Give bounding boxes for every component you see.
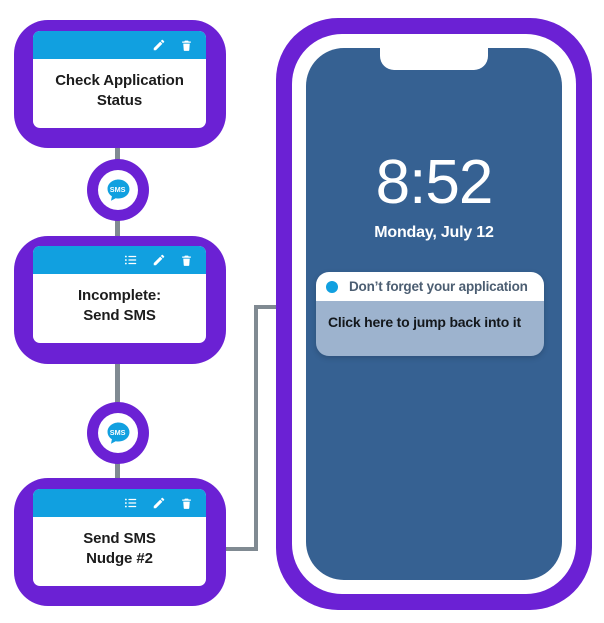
card-body-check-application-status: Check Application Status [33,59,206,128]
card-send-sms-nudge-2[interactable]: Send SMS Nudge #2 [33,489,206,586]
workflow-diagram: Check Application Status SMS Incomplete:… [0,0,604,623]
notification-header: Don’t forget your application [316,272,544,301]
lockscreen-clock: 8:52 Monday, July 12 [306,152,562,242]
phone-mockup: 8:52 Monday, July 12 Don’t forget your a… [276,18,592,610]
trash-icon[interactable] [179,496,194,511]
pencil-icon[interactable] [151,496,166,511]
notification-body-text: Click here to jump back into it [328,314,521,330]
card-body-incomplete-send-sms: Incomplete: Send SMS [33,274,206,343]
trash-icon[interactable] [179,38,194,53]
notification-title: Don’t forget your application [349,279,528,294]
sms-connector-inner-2: SMS [98,413,138,453]
pencil-icon[interactable] [151,38,166,53]
pencil-icon[interactable] [151,253,166,268]
sms-connector-frame-2[interactable]: SMS [87,402,149,464]
phone-bezel: 8:52 Monday, July 12 Don’t forget your a… [292,34,576,594]
list-icon[interactable] [123,496,138,511]
lockscreen-date: Monday, July 12 [374,224,494,241]
lockscreen-time: 8:52 [375,148,494,217]
card-check-application-status[interactable]: Check Application Status [33,31,206,128]
card-header-check-application-status [33,31,206,59]
connector-line-card2-to-phone-vertical [254,305,258,550]
card-header-send-sms-nudge-2 [33,489,206,517]
blue-dot-icon [326,280,338,293]
sms-connector-frame-1[interactable]: SMS [87,159,149,221]
notification-body[interactable]: Click here to jump back into it [316,301,544,356]
sms-connector-label-2: SMS [109,427,125,436]
card-title: Check Application Status [55,71,184,109]
card-header-incomplete-send-sms [33,246,206,274]
phone-screen: 8:52 Monday, July 12 Don’t forget your a… [306,48,562,580]
sms-connector-inner-1: SMS [98,170,138,210]
sms-bubble-icon: SMS [105,420,132,447]
card-incomplete-send-sms[interactable]: Incomplete: Send SMS [33,246,206,343]
trash-icon[interactable] [179,253,194,268]
lockscreen-notification[interactable]: Don’t forget your application Click here… [316,272,544,356]
card-title: Incomplete: Send SMS [77,286,162,324]
card-body-send-sms-nudge-2: Send SMS Nudge #2 [33,517,206,586]
sms-connector-label-1: SMS [109,184,125,193]
sms-bubble-icon: SMS [105,177,132,204]
card-title: Send SMS Nudge #2 [83,529,156,567]
phone-notch [380,48,488,70]
list-icon[interactable] [123,253,138,268]
